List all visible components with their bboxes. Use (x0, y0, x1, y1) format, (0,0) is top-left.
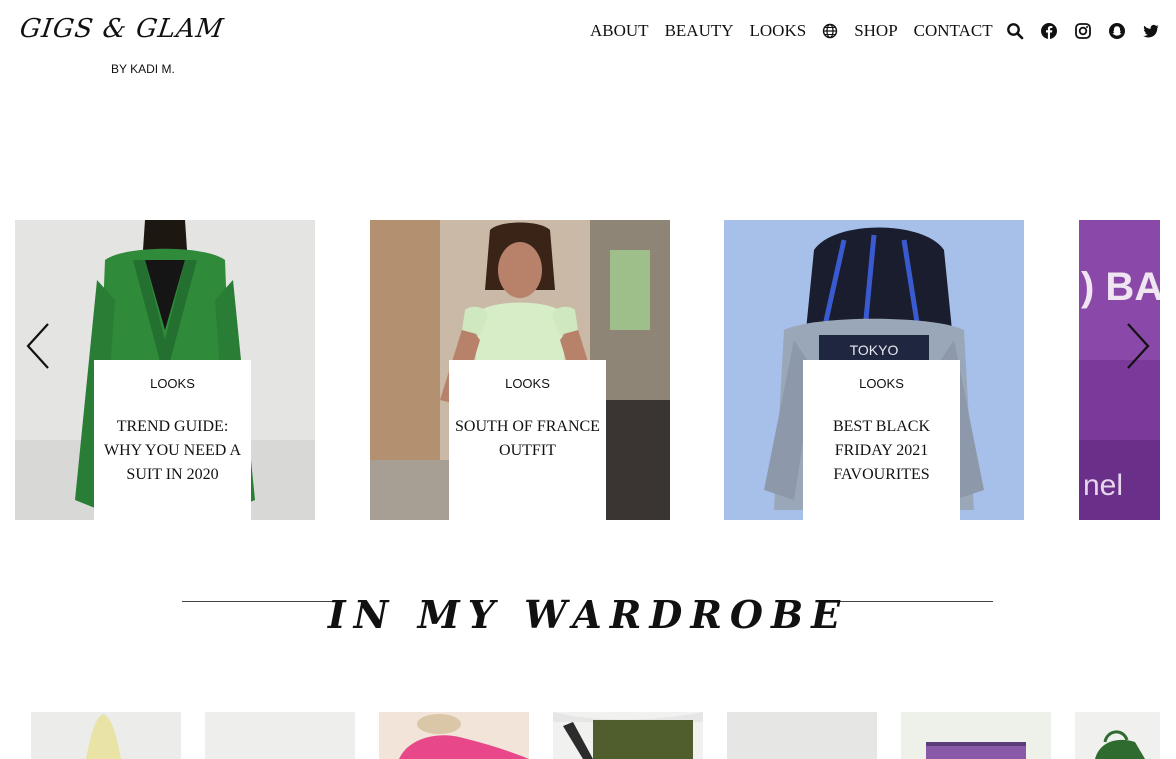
snapchat-icon[interactable] (1108, 22, 1126, 40)
carousel-next-button[interactable] (1122, 322, 1152, 370)
wardrobe-item[interactable] (1075, 712, 1160, 759)
featured-carousel: LOOKS TREND GUIDE: WHY YOU NEED A SUIT I… (0, 220, 1176, 520)
slide-title[interactable]: BEST BLACK FRIDAY 2021 FAVOURITES (803, 415, 960, 487)
wardrobe-item[interactable] (901, 712, 1051, 759)
slide-title[interactable]: SOUTH OF FRANCE OUTFIT (449, 415, 606, 463)
chevron-left-icon (26, 323, 49, 369)
main-nav: ABOUT BEAUTY LOOKS SHOP CONTACT (590, 19, 993, 43)
wardrobe-section-heading: In My Wardrobe (0, 592, 1176, 642)
nav-looks[interactable]: LOOKS (750, 21, 807, 41)
globe-icon[interactable] (822, 23, 838, 39)
carousel-slide[interactable]: LOOKS SOUTH OF FRANCE OUTFIT (370, 220, 670, 520)
logo-byline: BY KADI M. (111, 62, 175, 76)
nav-shop[interactable]: SHOP (854, 21, 897, 41)
carousel-slide[interactable]: LOOKS TREND GUIDE: WHY YOU NEED A SUIT I… (15, 220, 315, 520)
carousel-slide[interactable]: ) BAL nel (1079, 220, 1160, 520)
nav-beauty[interactable]: BEAUTY (665, 21, 734, 41)
slide-card: LOOKS BEST BLACK FRIDAY 2021 FAVOURITES (803, 360, 960, 520)
carousel-slide[interactable]: TOKYO LOOKS BEST BLACK FRIDAY 2021 FAVOU… (724, 220, 1024, 520)
wardrobe-item[interactable] (31, 712, 181, 759)
slide-image: ) BAL nel (1079, 220, 1160, 520)
svg-text:TOKYO: TOKYO (850, 342, 899, 358)
facebook-icon[interactable] (1040, 22, 1058, 40)
nav-about[interactable]: ABOUT (590, 21, 649, 41)
slide-card: LOOKS SOUTH OF FRANCE OUTFIT (449, 360, 606, 520)
wardrobe-item[interactable] (727, 712, 877, 759)
search-icon[interactable] (1006, 22, 1024, 40)
social-links (1006, 22, 1160, 40)
wardrobe-item[interactable] (379, 712, 529, 759)
wardrobe-heading: In My Wardrobe (327, 592, 849, 637)
carousel-prev-button[interactable] (24, 322, 54, 370)
twitter-icon[interactable] (1142, 22, 1160, 40)
slide-category[interactable]: LOOKS (94, 376, 251, 391)
slide-card: LOOKS TREND GUIDE: WHY YOU NEED A SUIT I… (94, 360, 251, 520)
logo-wordmark: GIGS & GLAM (17, 14, 226, 44)
svg-text:nel: nel (1083, 469, 1123, 502)
wardrobe-item[interactable] (205, 712, 355, 759)
site-logo[interactable]: GIGS & GLAM BY KADI M. (18, 14, 226, 80)
wardrobe-item[interactable] (553, 712, 703, 759)
slide-title[interactable]: TREND GUIDE: WHY YOU NEED A SUIT IN 2020 (94, 415, 251, 487)
instagram-icon[interactable] (1074, 22, 1092, 40)
svg-text:) BAL: ) BAL (1081, 265, 1160, 309)
nav-contact[interactable]: CONTACT (914, 21, 993, 41)
slide-category[interactable]: LOOKS (803, 376, 960, 391)
slide-category[interactable]: LOOKS (449, 376, 606, 391)
chevron-right-icon (1127, 323, 1150, 369)
